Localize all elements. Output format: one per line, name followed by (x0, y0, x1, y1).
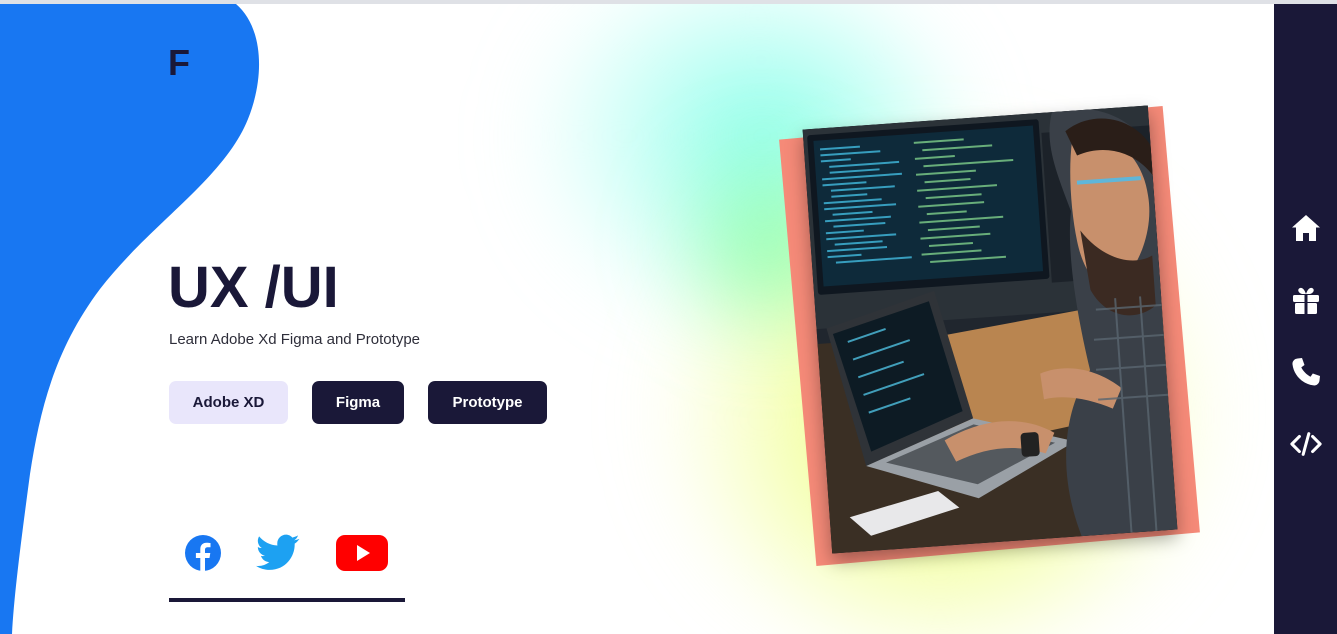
youtube-link[interactable] (336, 534, 388, 572)
side-navigation (1274, 4, 1337, 634)
code-icon (1290, 432, 1322, 456)
youtube-icon (336, 535, 388, 571)
page-title: UX /UI (168, 255, 339, 320)
phone-icon (1292, 358, 1320, 386)
hero-section: F UX /UI Learn Adobe Xd Figma and Protot… (0, 4, 1274, 634)
gift-icon (1293, 287, 1319, 314)
nav-code[interactable] (1290, 428, 1322, 460)
brand-logo[interactable]: F (168, 42, 190, 84)
nav-home[interactable] (1290, 212, 1322, 244)
nav-gift[interactable] (1290, 284, 1322, 316)
nav-phone[interactable] (1290, 356, 1322, 388)
twitter-icon (256, 534, 300, 570)
facebook-icon (185, 535, 221, 571)
facebook-link[interactable] (184, 534, 222, 572)
social-divider (169, 598, 405, 602)
twitter-link[interactable] (256, 534, 300, 572)
home-icon (1292, 215, 1320, 241)
adobe-xd-button[interactable]: Adobe XD (169, 381, 288, 424)
prototype-button[interactable]: Prototype (428, 381, 547, 424)
hero-subtitle: Learn Adobe Xd Figma and Prototype (169, 331, 421, 348)
hero-photo (802, 105, 1178, 554)
figma-button[interactable]: Figma (312, 381, 404, 424)
developer-photo-illustration (802, 105, 1178, 554)
